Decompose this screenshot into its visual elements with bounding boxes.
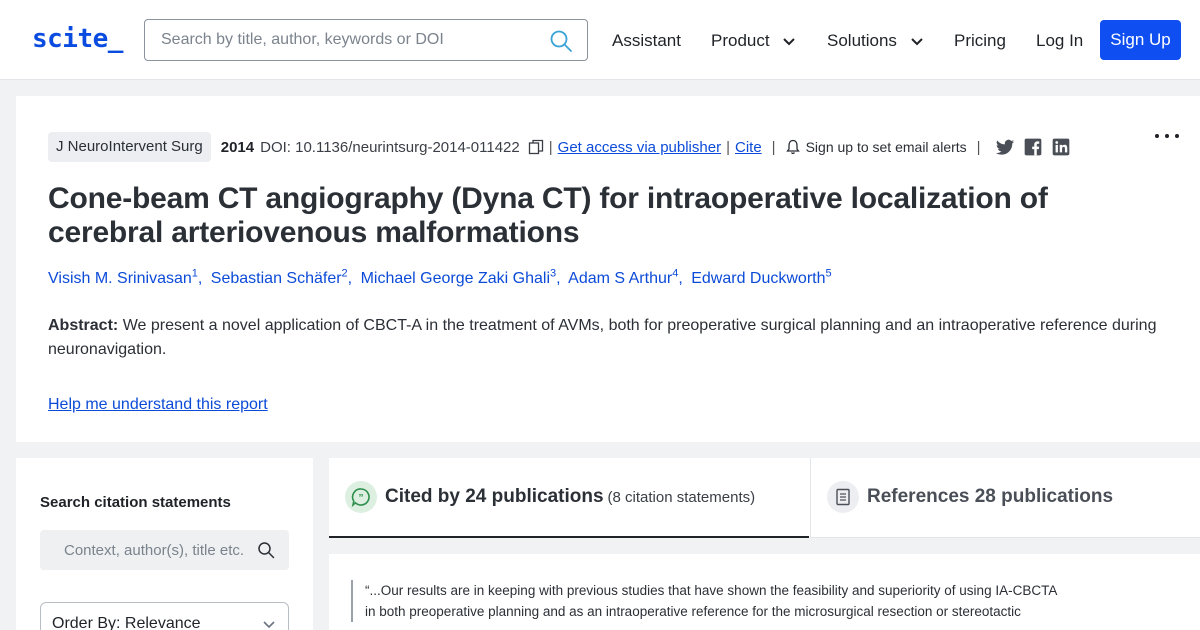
cited-by-icon-circle: ” xyxy=(345,481,377,513)
cite-link[interactable]: Cite xyxy=(735,139,762,156)
speech-bubble-icon: ” xyxy=(351,488,370,507)
references-icon-circle xyxy=(827,481,859,513)
paper-title: Cone-beam CT angiography (Dyna CT) for i… xyxy=(48,182,1048,249)
chevron-down-icon xyxy=(910,37,923,45)
publication-year: 2014 xyxy=(220,138,255,156)
author-link[interactable]: Sebastian Schäfer2 xyxy=(210,268,348,288)
search-input[interactable] xyxy=(161,20,541,60)
top-header: scite_ Assistant Product Solutions Prici… xyxy=(0,0,1200,80)
author-name: Adam S Arthur xyxy=(568,270,673,288)
sidebar-title: Search citation statements xyxy=(40,494,231,511)
help-understand-link[interactable]: Help me understand this report xyxy=(48,396,268,414)
bell-icon[interactable] xyxy=(785,139,800,155)
cited-by-count: Cited by 24 publications xyxy=(385,486,604,507)
nav-pricing[interactable]: Pricing xyxy=(954,30,1006,52)
svg-text:”: ” xyxy=(359,493,364,504)
search-icon[interactable] xyxy=(549,29,573,53)
author-link[interactable]: Visish M. Srinivasan1 xyxy=(48,268,198,288)
citation-statement-panel: “...Our results are in keeping with prev… xyxy=(329,554,1200,630)
document-list-icon xyxy=(836,488,850,506)
order-by-select[interactable]: Order By: Relevance xyxy=(40,602,289,630)
chevron-down-icon xyxy=(263,621,275,629)
facebook-icon[interactable] xyxy=(1023,137,1043,157)
separator: | xyxy=(548,138,553,156)
citation-search-sidebar: Search citation statements Order By: Rel… xyxy=(16,458,313,630)
author-list: Visish M. Srinivasan1, Sebastian Schäfer… xyxy=(48,268,832,288)
abstract-text: We present a novel application of CBCT-A… xyxy=(48,317,1157,358)
author-link[interactable]: Edward Duckworth5 xyxy=(691,268,832,288)
tab-cited-by-label: Cited by 24 publications (8 citation stat… xyxy=(385,486,755,508)
tab-references-label: References 28 publications xyxy=(867,486,1114,507)
scite-logo[interactable]: scite_ xyxy=(32,24,123,54)
email-alerts-link[interactable]: Sign up to set email alerts xyxy=(806,139,967,155)
author-name: Visish M. Srinivasan xyxy=(48,270,192,288)
more-options-icon[interactable] xyxy=(1152,126,1182,146)
nav-solutions-label: Solutions xyxy=(827,31,897,50)
get-access-link[interactable]: Get access via publisher xyxy=(558,139,721,156)
twitter-icon[interactable] xyxy=(995,137,1015,157)
tab-cited-by[interactable]: ” Cited by 24 publications (8 citation st… xyxy=(329,458,809,538)
separator: | xyxy=(726,138,730,156)
citation-quote: “...Our results are in keeping with prev… xyxy=(351,580,1091,622)
separator: | xyxy=(976,138,981,156)
author-name: Edward Duckworth xyxy=(691,270,826,288)
doi-text: DOI: 10.1136/neurintsurg-2014-011422 xyxy=(260,138,520,156)
author-affiliation-number: 1 xyxy=(191,268,198,280)
nav-product-label: Product xyxy=(711,31,770,50)
citation-quote-line: in both preoperative planning and as an … xyxy=(365,604,1021,619)
author-affiliation-number: 5 xyxy=(825,268,832,280)
citation-search-box[interactable] xyxy=(40,530,289,570)
search-icon[interactable] xyxy=(257,541,275,559)
author-separator: , xyxy=(197,270,203,288)
author-separator: , xyxy=(347,270,353,288)
author-name: Michael George Zaki Ghali xyxy=(360,270,550,288)
author-link[interactable]: Adam S Arthur4 xyxy=(568,268,678,288)
paper-card: J NeuroIntervent Surg 2014 DOI: 10.1136/… xyxy=(16,96,1200,442)
author-separator: , xyxy=(556,270,561,288)
nav-login[interactable]: Log In xyxy=(1036,30,1083,52)
tab-references[interactable]: References 28 publications xyxy=(810,458,1200,538)
author-affiliation-number: 2 xyxy=(341,268,348,280)
citation-tabs: ” Cited by 24 publications (8 citation st… xyxy=(329,458,1200,538)
citation-statements-count: (8 citation statements) xyxy=(607,489,756,506)
chevron-down-icon xyxy=(783,37,796,45)
author-separator: , xyxy=(678,270,683,288)
nav-solutions[interactable]: Solutions xyxy=(827,30,924,52)
order-by-value: Order By: Relevance xyxy=(52,615,201,630)
journal-badge[interactable]: J NeuroIntervent Surg xyxy=(48,132,211,162)
abstract: Abstract: We present a novel application… xyxy=(48,314,1168,362)
author-name: Sebastian Schäfer xyxy=(210,270,342,288)
citation-quote-line: “...Our results are in keeping with prev… xyxy=(365,583,1058,598)
citation-search-input[interactable] xyxy=(64,530,264,570)
copy-icon[interactable] xyxy=(528,139,544,155)
nav-product[interactable]: Product xyxy=(711,30,796,52)
paper-meta-row: J NeuroIntervent Surg 2014 DOI: 10.1136/… xyxy=(48,132,1071,162)
search-box[interactable] xyxy=(144,19,588,61)
author-link[interactable]: Michael George Zaki Ghali3 xyxy=(360,268,557,288)
abstract-label: Abstract: xyxy=(48,317,119,334)
nav-assistant[interactable]: Assistant xyxy=(612,30,681,52)
signup-button[interactable]: Sign Up xyxy=(1100,20,1181,60)
separator: | xyxy=(771,138,776,156)
linkedin-icon[interactable] xyxy=(1051,137,1071,157)
